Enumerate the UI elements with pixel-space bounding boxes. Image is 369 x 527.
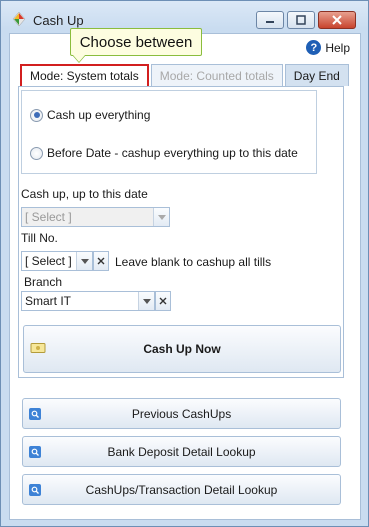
minimize-button[interactable]	[256, 11, 284, 29]
branch-combo[interactable]: Smart IT	[21, 291, 155, 311]
radio-checked-icon	[30, 108, 43, 122]
help-label: Help	[325, 40, 350, 55]
till-field-label: Till No.	[21, 231, 58, 245]
date-combo: [ Select ]	[21, 207, 170, 227]
chevron-down-icon[interactable]	[76, 252, 92, 270]
tooltip-tail-inner	[73, 55, 85, 62]
tooltip: Choose between	[70, 28, 202, 56]
branch-clear-button[interactable]	[155, 291, 171, 311]
client-area: ? Help Choose between Mode: System total…	[9, 28, 361, 520]
tab-system-totals[interactable]: Mode: System totals	[20, 64, 149, 86]
window-title: Cash Up	[33, 13, 84, 28]
clear-icon	[97, 257, 105, 265]
chevron-down-icon[interactable]	[138, 292, 154, 310]
search-icon	[29, 483, 41, 496]
transaction-lookup-label: CashUps/Transaction Detail Lookup	[85, 482, 278, 497]
maximize-icon	[296, 15, 306, 25]
bank-deposit-lookup-label: Bank Deposit Detail Lookup	[107, 444, 256, 459]
minimize-icon	[266, 21, 274, 23]
search-icon	[29, 445, 41, 458]
cash-up-window: Cash Up ? Help Choose between Mode: Syst…	[0, 0, 369, 527]
mode-tabs: Mode: System totals Mode: Counted totals…	[20, 64, 351, 86]
branch-combo-value: Smart IT	[25, 294, 72, 308]
cash-up-now-button[interactable]: Cash Up Now	[23, 325, 341, 373]
chevron-down-icon	[153, 208, 169, 226]
radio-label: Cash up everything	[47, 108, 151, 122]
radio-cash-up-everything[interactable]: Cash up everything	[30, 108, 150, 122]
cashup-option-group: Cash up everything Before Date - cashup …	[21, 90, 317, 174]
help-link[interactable]: ? Help	[306, 40, 350, 55]
till-combo-value: [ Select ]	[25, 254, 72, 268]
maximize-button[interactable]	[287, 11, 315, 29]
till-hint: Leave blank to cashup all tills	[115, 255, 272, 269]
till-combo[interactable]: [ Select ]	[21, 251, 93, 271]
bank-deposit-lookup-button[interactable]: Bank Deposit Detail Lookup	[22, 436, 341, 467]
cash-icon	[30, 342, 46, 357]
radio-before-date[interactable]: Before Date - cashup everything up to th…	[30, 146, 298, 160]
close-button[interactable]	[318, 11, 356, 29]
transaction-lookup-button[interactable]: CashUps/Transaction Detail Lookup	[22, 474, 341, 505]
previous-cashups-label: Previous CashUps	[131, 406, 232, 421]
tab-panel: Cash up everything Before Date - cashup …	[18, 86, 344, 378]
help-icon: ?	[306, 40, 322, 55]
tooltip-text: Choose between	[79, 33, 193, 51]
close-icon	[332, 15, 342, 25]
tab-day-end[interactable]: Day End	[284, 64, 349, 86]
tab-counted-totals: Mode: Counted totals	[150, 64, 283, 86]
radio-unchecked-icon	[30, 146, 43, 160]
branch-field-label: Branch	[24, 275, 63, 289]
till-clear-button[interactable]	[93, 251, 109, 271]
clear-icon	[159, 297, 167, 305]
app-logo-icon	[11, 11, 27, 27]
date-combo-value: [ Select ]	[25, 210, 72, 224]
search-icon	[29, 407, 41, 420]
cash-up-now-label: Cash Up Now	[143, 342, 221, 356]
date-field-label: Cash up, up to this date	[21, 187, 148, 201]
previous-cashups-button[interactable]: Previous CashUps	[22, 398, 341, 429]
radio-label: Before Date - cashup everything up to th…	[47, 146, 298, 160]
